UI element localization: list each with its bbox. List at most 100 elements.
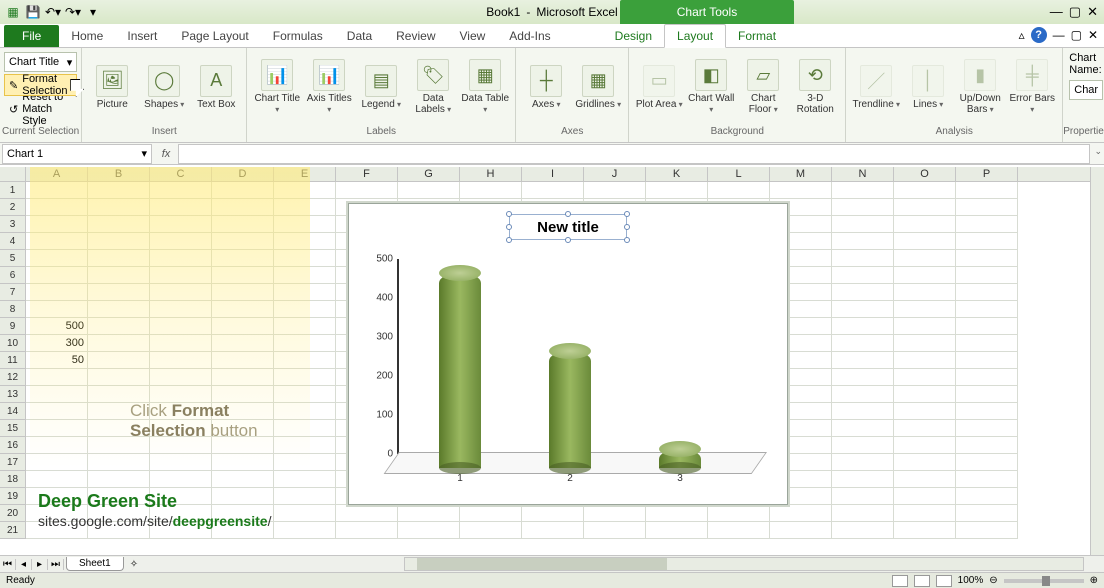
cell[interactable] [274, 267, 336, 284]
cell[interactable] [150, 403, 212, 420]
cell[interactable] [150, 335, 212, 352]
sheet-first-icon[interactable]: ⏮ [0, 559, 16, 570]
qat-more-icon[interactable]: ▾ [84, 3, 102, 21]
cell[interactable] [336, 505, 398, 522]
cell[interactable] [894, 522, 956, 539]
cell[interactable] [212, 199, 274, 216]
cell[interactable] [770, 182, 832, 199]
cell[interactable]: 500 [26, 318, 88, 335]
cell[interactable] [646, 505, 708, 522]
cell[interactable] [894, 318, 956, 335]
cell[interactable] [460, 505, 522, 522]
updown-bars-button[interactable]: ▮Up/Down Bars [956, 59, 1004, 115]
cell[interactable] [88, 403, 150, 420]
row-header[interactable]: 20 [0, 505, 26, 522]
worksheet-grid[interactable]: A B C D E F G H I J K L M N O P 12345678… [0, 167, 1104, 555]
cell[interactable] [88, 369, 150, 386]
row-header[interactable]: 15 [0, 420, 26, 437]
row-header[interactable]: 3 [0, 216, 26, 233]
cell[interactable]: 300 [26, 335, 88, 352]
cell[interactable] [646, 182, 708, 199]
cell[interactable] [832, 250, 894, 267]
cell[interactable] [956, 471, 1018, 488]
cell[interactable] [956, 216, 1018, 233]
col-header[interactable]: E [274, 167, 336, 181]
cell[interactable] [212, 301, 274, 318]
cell[interactable] [212, 284, 274, 301]
cell[interactable] [646, 522, 708, 539]
cell[interactable] [956, 454, 1018, 471]
cell[interactable] [212, 522, 274, 539]
row-header[interactable]: 7 [0, 284, 26, 301]
cell[interactable] [770, 522, 832, 539]
chart-wall-button[interactable]: ◧Chart Wall [687, 59, 735, 115]
col-header[interactable]: C [150, 167, 212, 181]
cell[interactable] [26, 522, 88, 539]
cell[interactable] [832, 284, 894, 301]
cell[interactable] [956, 505, 1018, 522]
cell[interactable] [832, 505, 894, 522]
formula-expand-icon[interactable]: ⌄ [1094, 146, 1102, 157]
cell[interactable] [274, 471, 336, 488]
tab-insert[interactable]: Insert [115, 25, 169, 47]
cell[interactable] [894, 488, 956, 505]
row-header[interactable]: 2 [0, 199, 26, 216]
chart-title-button[interactable]: 📊Chart Title [253, 59, 301, 115]
cell[interactable] [88, 352, 150, 369]
format-selection-button[interactable]: ✎ Format Selection [4, 74, 77, 96]
row-header[interactable]: 4 [0, 233, 26, 250]
cell[interactable] [894, 352, 956, 369]
col-header[interactable]: P [956, 167, 1018, 181]
cell[interactable] [584, 505, 646, 522]
cell[interactable] [26, 233, 88, 250]
cell[interactable] [26, 437, 88, 454]
cell[interactable] [832, 471, 894, 488]
lines-button[interactable]: │Lines [904, 65, 952, 110]
doc-restore-icon[interactable]: ▢ [1071, 28, 1082, 42]
doc-minimize-icon[interactable]: — [1053, 28, 1065, 42]
row-header[interactable]: 21 [0, 522, 26, 539]
sheet-prev-icon[interactable]: ◂ [16, 559, 32, 570]
cell[interactable] [832, 199, 894, 216]
cell[interactable] [956, 301, 1018, 318]
row-header[interactable]: 5 [0, 250, 26, 267]
cell[interactable] [212, 335, 274, 352]
cell[interactable] [708, 522, 770, 539]
tab-view[interactable]: View [448, 25, 498, 47]
cell[interactable] [460, 182, 522, 199]
cell[interactable] [212, 233, 274, 250]
cell[interactable] [274, 250, 336, 267]
cell[interactable] [956, 369, 1018, 386]
cell[interactable] [708, 505, 770, 522]
cell[interactable] [88, 301, 150, 318]
row-header[interactable]: 12 [0, 369, 26, 386]
data-table-button[interactable]: ▦Data Table [461, 59, 509, 115]
cell[interactable] [956, 318, 1018, 335]
cell[interactable] [584, 522, 646, 539]
cell[interactable] [88, 199, 150, 216]
row-header[interactable]: 9 [0, 318, 26, 335]
cell[interactable] [150, 522, 212, 539]
cell[interactable] [894, 471, 956, 488]
col-header[interactable]: K [646, 167, 708, 181]
cell[interactable] [894, 301, 956, 318]
axis-titles-button[interactable]: 📊Axis Titles [305, 59, 353, 115]
cell[interactable] [212, 471, 274, 488]
chart-title[interactable]: New title [509, 214, 627, 240]
col-header[interactable]: N [832, 167, 894, 181]
cell[interactable] [274, 233, 336, 250]
cell[interactable] [150, 420, 212, 437]
3d-rotation-button[interactable]: ⟲3-D Rotation [791, 59, 839, 115]
cell[interactable] [274, 420, 336, 437]
reset-to-match-style-button[interactable]: ↺ Reset to Match Style [4, 98, 77, 120]
select-all-corner[interactable] [0, 167, 26, 181]
cell[interactable] [274, 488, 336, 505]
cell[interactable] [832, 267, 894, 284]
insert-textbox-button[interactable]: AText Box [192, 65, 240, 110]
cell[interactable] [26, 386, 88, 403]
cell[interactable] [956, 386, 1018, 403]
save-icon[interactable]: 💾 [24, 3, 42, 21]
cell[interactable] [398, 522, 460, 539]
col-header[interactable]: G [398, 167, 460, 181]
cell[interactable] [336, 182, 398, 199]
